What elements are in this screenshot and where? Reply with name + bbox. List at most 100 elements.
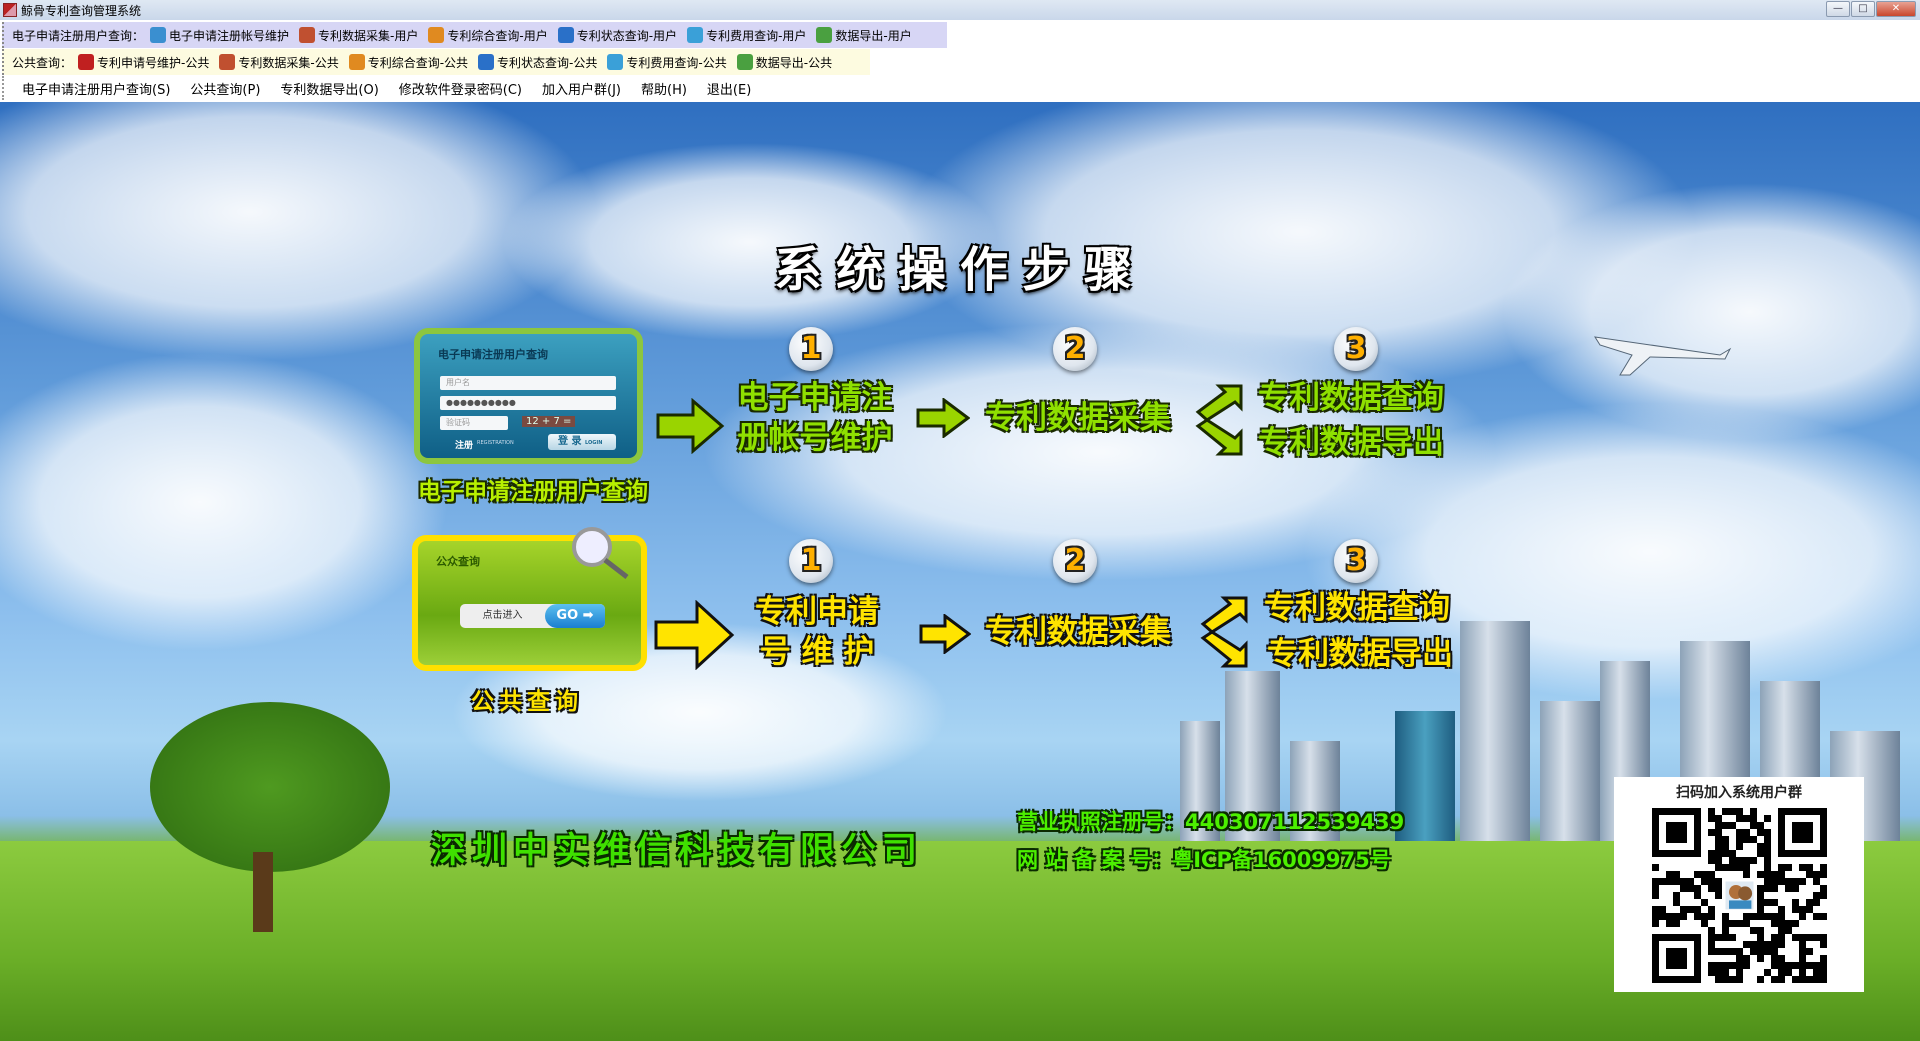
toolbar-button-label: 专利综合查询-用户 bbox=[447, 28, 548, 43]
row1-step2[interactable]: 专利数据采集 bbox=[985, 398, 1171, 438]
row2-step3-export[interactable]: 专利数据导出 bbox=[1267, 634, 1453, 674]
company-name: 深圳中实维信科技有限公司 bbox=[431, 831, 924, 871]
title-bar: 鲸骨专利查询管理系统 — □ ✕ bbox=[0, 0, 1920, 20]
menu-item[interactable]: 电子申请注册用户查询(S) bbox=[22, 79, 170, 98]
arrow-right-icon bbox=[654, 600, 735, 670]
toolbar-button-label: 电子申请注册帐号维护 bbox=[169, 28, 290, 43]
toolbar-button[interactable]: 专利费用查询-用户 bbox=[687, 27, 806, 44]
step-number-3: 3 bbox=[1334, 539, 1378, 583]
toolbar-button[interactable]: 专利申请号维护-公共 bbox=[78, 54, 209, 71]
toolbar-button-label: 专利数据采集-公共 bbox=[238, 55, 339, 70]
person-icon bbox=[428, 27, 445, 43]
step-number-2: 2 bbox=[1053, 327, 1097, 371]
toolbar-button[interactable]: 数据导出-公共 bbox=[736, 54, 833, 71]
toolbar-button-label: 数据导出-公共 bbox=[755, 55, 833, 70]
tree bbox=[150, 702, 390, 872]
user-login-card[interactable]: 电子申请注册用户查询 用户名 ●●●●●●●●●● 验证码 12 + 7 = 注… bbox=[414, 328, 643, 464]
menu-item[interactable]: 帮助(H) bbox=[641, 79, 687, 98]
user-toolbar: 电子申请注册用户查询： 电子申请注册帐号维护 专利数据采集-用户 专利综合查询-用户… bbox=[2, 22, 947, 48]
maximize-button[interactable]: □ bbox=[1851, 1, 1875, 17]
row2-step1[interactable]: 专利申请号 维 护 bbox=[755, 592, 879, 672]
doc-search-icon bbox=[478, 54, 495, 70]
enter-button[interactable]: 点击进入 GO ➡ bbox=[460, 604, 605, 628]
toolbar-button[interactable]: 专利综合查询-用户 bbox=[428, 27, 548, 44]
toolbar-button[interactable]: 数据导出-用户 bbox=[816, 27, 912, 44]
main-panel: 系统操作步骤 电子申请注册用户查询 用户名 ●●●●●●●●●● 验证码 12 … bbox=[0, 102, 1920, 1041]
public-query-card[interactable]: 公众查询 点击进入 GO ➡ bbox=[412, 527, 647, 671]
step-number-1: 1 bbox=[789, 539, 833, 583]
row1-step1[interactable]: 电子申请注 册帐号维护 bbox=[738, 378, 893, 458]
toolbar-button-label: 专利费用查询-用户 bbox=[706, 28, 807, 43]
public-query-caption[interactable]: 公共查询 bbox=[471, 682, 583, 716]
step-number-2: 2 bbox=[1053, 539, 1097, 583]
qr-title: 扫码加入系统用户群 bbox=[1676, 785, 1802, 801]
business-license: 营业执照注册号：440307112539439 bbox=[1017, 810, 1405, 834]
user-login-caption[interactable]: 电子申请注册用户查询 bbox=[418, 472, 648, 506]
row2-step2[interactable]: 专利数据采集 bbox=[985, 612, 1171, 652]
toolbar-button[interactable]: 专利综合查询-公共 bbox=[348, 54, 469, 71]
row2-step3-query[interactable]: 专利数据查询 bbox=[1264, 588, 1450, 628]
qr-code-panel[interactable]: 扫码加入系统用户群 bbox=[1614, 777, 1864, 992]
users-icon bbox=[150, 27, 167, 43]
toolbar-button[interactable]: 电子申请注册帐号维护 bbox=[150, 27, 289, 44]
public-toolbar: 公共查询： 专利申请号维护-公共 专利数据采集-公共 专利综合查询-公共 专利状态查询… bbox=[2, 49, 870, 75]
username-field[interactable]: 用户名 bbox=[440, 376, 616, 390]
toolbar-button[interactable]: 专利费用查询-公共 bbox=[607, 54, 727, 71]
app-icon bbox=[3, 3, 17, 17]
calendar-search-icon bbox=[607, 54, 624, 70]
close-button[interactable]: ✕ bbox=[1876, 1, 1916, 17]
icp-record: 网 站 备 案 号：粤ICP备16009975号 bbox=[1017, 848, 1391, 872]
menu-item[interactable]: 公共查询(P) bbox=[190, 79, 260, 98]
step-number-3: 3 bbox=[1334, 327, 1378, 371]
toolbar-button-label: 专利申请号维护-公共 bbox=[97, 55, 210, 70]
airplane-icon bbox=[1594, 336, 1732, 376]
tree-trunk bbox=[253, 852, 273, 932]
magnifier-icon bbox=[572, 527, 629, 579]
document-shield-icon bbox=[219, 54, 236, 70]
menu-item[interactable]: 修改软件登录密码(C) bbox=[399, 79, 522, 98]
register-link[interactable]: 注册 bbox=[455, 438, 473, 451]
split-arrows-icon bbox=[1195, 384, 1243, 456]
row1-step3-query[interactable]: 专利数据查询 bbox=[1258, 378, 1444, 418]
document-shield-icon bbox=[299, 27, 316, 43]
menu-item[interactable]: 加入用户群(J) bbox=[542, 79, 621, 98]
step-number-1: 1 bbox=[789, 327, 833, 371]
page-title: 系统操作步骤 bbox=[773, 242, 1146, 298]
toolbar-button[interactable]: 专利状态查询-用户 bbox=[557, 27, 678, 44]
register-en: REGISTRATION bbox=[477, 440, 514, 446]
toolbar-button-label: 专利状态查询-公共 bbox=[497, 55, 598, 70]
row1-step3-export[interactable]: 专利数据导出 bbox=[1258, 423, 1444, 463]
qr-code bbox=[1651, 808, 1827, 983]
login-card-title: 电子申请注册用户查询 bbox=[438, 348, 548, 361]
arrow-right-icon bbox=[916, 398, 970, 438]
menu-item[interactable]: 退出(E) bbox=[707, 79, 751, 98]
toolbar-button-label: 专利费用查询-公共 bbox=[626, 55, 727, 70]
toolbar-button[interactable]: 专利数据采集-用户 bbox=[299, 27, 418, 44]
captcha-field[interactable]: 验证码 bbox=[440, 416, 508, 430]
public-card-title: 公众查询 bbox=[436, 555, 480, 568]
arrow-right-icon bbox=[919, 614, 971, 654]
doc-search-icon bbox=[557, 27, 574, 43]
database-export-icon bbox=[816, 27, 833, 43]
menu-bar: 电子申请注册用户查询(S) 公共查询(P) 专利数据导出(O) 修改软件登录密码(C)… bbox=[2, 76, 1918, 100]
public-toolbar-label: 公共查询： bbox=[12, 55, 73, 70]
login-button[interactable]: 登 录 LOGIN bbox=[548, 434, 616, 450]
toolbar-button-label: 专利数据采集-用户 bbox=[318, 28, 419, 43]
window-title: 鲸骨专利查询管理系统 bbox=[21, 3, 142, 18]
toolbar-button[interactable]: 专利数据采集-公共 bbox=[219, 54, 339, 71]
minimize-button[interactable]: — bbox=[1826, 1, 1850, 17]
database-export-icon bbox=[736, 54, 753, 70]
toolbar-button[interactable]: 专利状态查询-公共 bbox=[478, 54, 597, 71]
toolbar-button-label: 数据导出-用户 bbox=[835, 28, 912, 43]
calendar-search-icon bbox=[687, 27, 704, 43]
user-toolbar-label: 电子申请注册用户查询： bbox=[12, 28, 145, 43]
captcha-image: 12 + 7 = bbox=[522, 416, 576, 427]
toolbar-button-label: 专利状态查询-用户 bbox=[576, 28, 678, 43]
password-field[interactable]: ●●●●●●●●●● bbox=[440, 396, 616, 410]
arrow-right-icon bbox=[656, 398, 725, 454]
menu-item[interactable]: 专利数据导出(O) bbox=[280, 79, 378, 98]
person-icon bbox=[348, 54, 365, 70]
pen-icon bbox=[78, 54, 95, 70]
toolbar-button-label: 专利综合查询-公共 bbox=[367, 55, 469, 70]
split-arrows-icon bbox=[1200, 596, 1248, 668]
